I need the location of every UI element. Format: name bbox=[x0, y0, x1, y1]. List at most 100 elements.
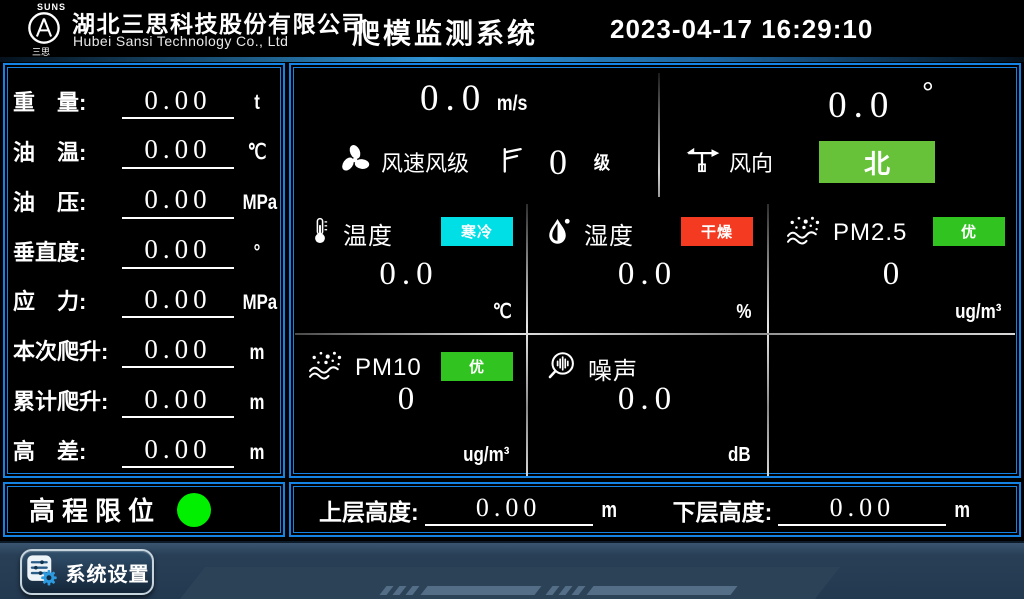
metric-value: 0.00 bbox=[122, 283, 234, 318]
metric-unit: MPa bbox=[243, 287, 272, 319]
settings-button-label: 系统设置 bbox=[66, 558, 150, 587]
wind-speed-unit: m/s bbox=[496, 92, 527, 116]
env-cell-noise: 噪声 0.0 dB bbox=[528, 335, 767, 476]
metric-unit: m bbox=[243, 437, 272, 469]
taskbar: 系统设置 bbox=[0, 541, 1024, 599]
env-cell-value: 0.0 bbox=[528, 256, 767, 293]
wind-level-icon bbox=[499, 143, 525, 182]
metric-label: 垂直度: bbox=[13, 236, 117, 269]
metric-row-stress: 应 力: 0.00 MPa bbox=[13, 272, 275, 318]
header-accent-line bbox=[0, 57, 1024, 62]
elevation-limit-label: 高程限位 bbox=[29, 491, 161, 528]
env-cell-unit: ug/m³ bbox=[463, 444, 509, 467]
env-cell-label: 温度 bbox=[343, 216, 393, 251]
metric-unit: ℃ bbox=[243, 137, 272, 169]
metric-value: 0.00 bbox=[122, 183, 234, 218]
env-cell-value: 0.0 bbox=[528, 381, 767, 418]
metric-unit: MPa bbox=[243, 187, 272, 219]
lower-height-label: 下层高度: bbox=[673, 493, 773, 527]
metric-unit: m bbox=[243, 387, 272, 419]
env-cell-label: 湿度 bbox=[584, 216, 634, 251]
pm25-icon bbox=[785, 214, 823, 251]
metric-row-current-climb: 本次爬升: 0.00 m bbox=[13, 322, 275, 368]
environment-panel: 0.0 m/s 风速风级 0 级 bbox=[289, 63, 1021, 478]
lower-height-unit: m bbox=[955, 497, 974, 523]
datetime-display: 2023-04-17 16:29:10 bbox=[610, 14, 873, 45]
taskbar-deco-stripe bbox=[420, 586, 541, 595]
wind-speed-label: 风速风级 bbox=[381, 146, 469, 178]
wind-direction-badge: 北 bbox=[819, 141, 935, 183]
thermometer-icon bbox=[307, 214, 333, 253]
metric-value: 0.00 bbox=[122, 433, 234, 468]
metric-value: 0.00 bbox=[122, 133, 234, 168]
system-settings-button[interactable]: 系统设置 bbox=[20, 549, 154, 595]
metric-unit: t bbox=[243, 87, 272, 119]
wind-direction-unit: ° bbox=[922, 77, 934, 111]
metric-row-oil-pressure: 油 压: 0.00 MPa bbox=[13, 173, 275, 219]
company-name-en: Hubei Sansi Technology Co., Ltd bbox=[73, 33, 288, 49]
fan-icon bbox=[337, 142, 373, 183]
status-badge-cold: 寒冷 bbox=[441, 217, 513, 246]
upper-height-label: 上层高度: bbox=[319, 493, 419, 527]
metric-label: 重 量: bbox=[13, 86, 117, 119]
metric-label: 油 压: bbox=[13, 186, 117, 219]
metric-value: 0.00 bbox=[122, 333, 234, 368]
metric-unit: ° bbox=[243, 237, 272, 269]
metric-value: 0.00 bbox=[122, 383, 234, 418]
metrics-panel: 重 量: 0.00 t 油 温: 0.00 ℃ 油 压: 0.00 MPa 垂直… bbox=[3, 63, 285, 478]
env-cell-label: PM2.5 bbox=[833, 219, 907, 247]
env-cell-unit: ℃ bbox=[492, 299, 511, 324]
elevation-limit-panel: 高程限位 bbox=[3, 482, 285, 537]
metric-row-total-climb: 累计爬升: 0.00 m bbox=[13, 372, 275, 418]
wind-direction-label: 风向 bbox=[729, 146, 773, 178]
metric-value: 0.00 bbox=[122, 233, 234, 268]
env-cell-value: 0 bbox=[769, 256, 1019, 293]
upper-height-value: 0.00 bbox=[425, 493, 593, 526]
env-cell-empty bbox=[769, 335, 1019, 476]
settings-icon bbox=[25, 553, 59, 592]
env-cell-humidity: 湿度 干燥 0.0 % bbox=[528, 200, 767, 333]
wind-speed-readout: 0.0 m/s bbox=[291, 77, 659, 120]
metric-label: 累计爬升: bbox=[13, 385, 117, 418]
env-cell-value: 0 bbox=[291, 381, 527, 418]
env-cell-unit: dB bbox=[728, 444, 751, 467]
metric-value: 0.00 bbox=[122, 84, 234, 119]
wind-section-divider bbox=[658, 73, 660, 197]
status-badge-dry: 干燥 bbox=[681, 217, 753, 246]
wind-direction-readout: 0.0 ° bbox=[711, 77, 1024, 127]
humidity-icon bbox=[544, 214, 574, 253]
metric-label: 本次爬升: bbox=[13, 335, 117, 368]
env-cell-value: 0.0 bbox=[291, 256, 527, 293]
wind-direction-section: 风向 北 bbox=[683, 135, 935, 189]
page-title: 爬模监测系统 bbox=[352, 12, 538, 52]
layer-heights-panel: 上层高度: 0.00 m 下层高度: 0.00 m bbox=[289, 482, 1021, 537]
env-cell-temperature: 温度 寒冷 0.0 ℃ bbox=[291, 200, 527, 333]
wind-vane-icon bbox=[683, 142, 721, 183]
metric-label: 油 温: bbox=[13, 136, 117, 169]
header: SUNS 三思 湖北三思科技股份有限公司 Hubei Sansi Technol… bbox=[0, 0, 1024, 57]
wind-speed-value: 0.0 bbox=[420, 78, 487, 119]
metric-row-height-difference: 高 差: 0.00 m bbox=[13, 422, 275, 468]
env-cell-unit: % bbox=[737, 301, 752, 324]
metric-row-oil-temperature: 油 温: 0.00 ℃ bbox=[13, 123, 275, 169]
climbing-formwork-monitor-screen: SUNS 三思 湖北三思科技股份有限公司 Hubei Sansi Technol… bbox=[0, 0, 1024, 599]
wind-speed-section: 风速风级 0 级 bbox=[337, 135, 611, 189]
env-cell-label: PM10 bbox=[355, 354, 422, 382]
metric-unit: m bbox=[243, 337, 272, 369]
env-cell-pm10: PM10 优 0 ug/m³ bbox=[291, 335, 527, 476]
wind-level-unit: 级 bbox=[594, 149, 610, 175]
wind-level-value: 0 bbox=[549, 141, 567, 183]
metric-row-weight: 重 量: 0.00 t bbox=[13, 73, 275, 119]
metric-label: 应 力: bbox=[13, 285, 117, 318]
wind-direction-value: 0.0 bbox=[828, 85, 895, 126]
metric-label: 高 差: bbox=[13, 435, 117, 468]
env-cell-pm25: PM2.5 优 0 ug/m³ bbox=[769, 200, 1019, 333]
lower-height-value: 0.00 bbox=[778, 493, 946, 526]
taskbar-deco-stripe bbox=[586, 586, 737, 595]
env-cell-unit: ug/m³ bbox=[955, 301, 1001, 324]
status-badge-good: 优 bbox=[933, 217, 1005, 246]
status-badge-good: 优 bbox=[441, 352, 513, 381]
metric-row-verticality: 垂直度: 0.00 ° bbox=[13, 223, 275, 269]
upper-height-unit: m bbox=[601, 497, 620, 523]
elevation-limit-indicator bbox=[177, 493, 211, 527]
